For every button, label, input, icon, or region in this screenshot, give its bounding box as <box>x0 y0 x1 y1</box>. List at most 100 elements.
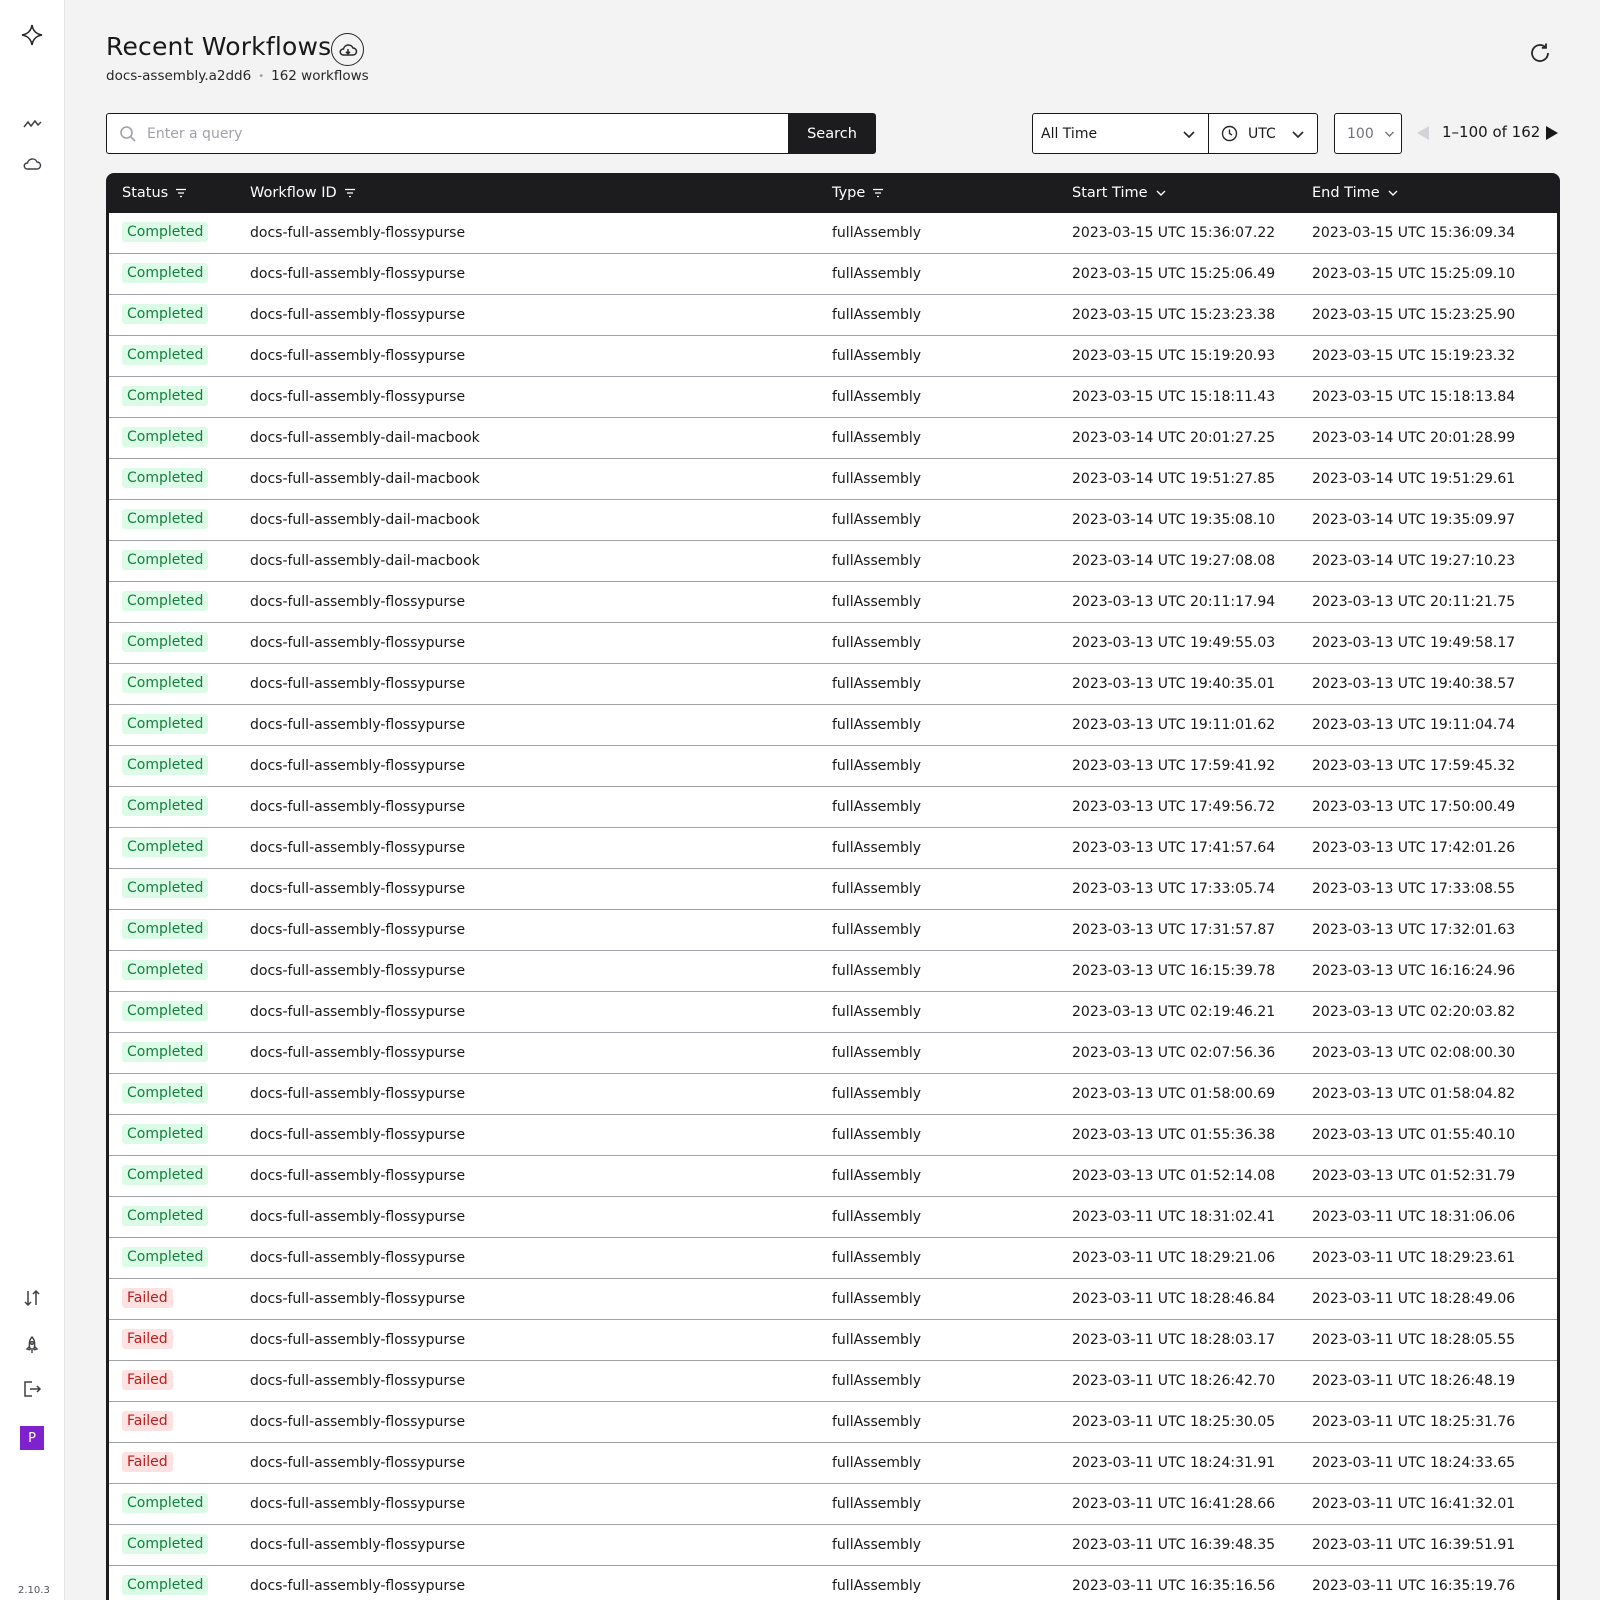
workflow-id-link[interactable]: docs-full-assembly-flossypurse <box>250 799 465 815</box>
table-row[interactable]: Completed docs-full-assembly-flossypurse f… <box>109 664 1557 705</box>
table-row[interactable]: Completed docs-full-assembly-flossypurse f… <box>109 213 1557 254</box>
workflow-id-link[interactable]: docs-full-assembly-flossypurse <box>250 635 465 651</box>
table-row[interactable]: Completed docs-full-assembly-flossypurse f… <box>109 582 1557 623</box>
search-button[interactable]: Search <box>788 113 876 154</box>
start-time: 2023-03-13 UTC 16:15:39.78 <box>1072 963 1276 979</box>
workflow-id-link[interactable]: docs-full-assembly-flossypurse <box>250 1578 465 1594</box>
workflow-id-link[interactable]: docs-full-assembly-flossypurse <box>250 348 465 364</box>
table-row[interactable]: Completed docs-full-assembly-flossypurse f… <box>109 1156 1557 1197</box>
workflow-id-link[interactable]: docs-full-assembly-flossypurse <box>250 1086 465 1102</box>
refresh-button[interactable] <box>1524 37 1556 69</box>
end-time: 2023-03-14 UTC 19:27:10.23 <box>1312 553 1516 569</box>
workflow-id-link[interactable]: docs-full-assembly-flossypurse <box>250 594 465 610</box>
workflow-id-link[interactable]: docs-full-assembly-flossypurse <box>250 1004 465 1020</box>
table-row[interactable]: Completed docs-full-assembly-flossypurse f… <box>109 828 1557 869</box>
table-row[interactable]: Completed docs-full-assembly-dail-macbook… <box>109 459 1557 500</box>
time-range-select[interactable]: All Time <box>1032 113 1209 154</box>
workflow-id-link[interactable]: docs-full-assembly-flossypurse <box>250 389 465 405</box>
table-row[interactable]: Completed docs-full-assembly-flossypurse f… <box>109 1074 1557 1115</box>
workflow-id-link[interactable]: docs-full-assembly-dail-macbook <box>250 430 480 446</box>
sort-icon[interactable] <box>17 1283 47 1313</box>
workflow-id-link[interactable]: docs-full-assembly-flossypurse <box>250 758 465 774</box>
table-row[interactable]: Completed docs-full-assembly-flossypurse f… <box>109 992 1557 1033</box>
workflow-id-link[interactable]: docs-full-assembly-flossypurse <box>250 1250 465 1266</box>
page-size-select[interactable]: 100 <box>1334 113 1402 154</box>
workflow-id-link[interactable]: docs-full-assembly-flossypurse <box>250 1373 465 1389</box>
table-row[interactable]: Completed docs-full-assembly-dail-macbook… <box>109 541 1557 582</box>
workflow-id-link[interactable]: docs-full-assembly-flossypurse <box>250 717 465 733</box>
table-row[interactable]: Completed docs-full-assembly-flossypurse f… <box>109 1525 1557 1566</box>
table-row[interactable]: Completed docs-full-assembly-flossypurse f… <box>109 1115 1557 1156</box>
workflow-id-link[interactable]: docs-full-assembly-flossypurse <box>250 1045 465 1061</box>
end-time: 2023-03-15 UTC 15:36:09.34 <box>1312 225 1516 241</box>
workflow-id-link[interactable]: docs-full-assembly-flossypurse <box>250 922 465 938</box>
start-time: 2023-03-11 UTC 18:24:31.91 <box>1072 1455 1276 1471</box>
table-row[interactable]: Completed docs-full-assembly-flossypurse f… <box>109 336 1557 377</box>
timezone-select[interactable]: UTC <box>1208 113 1318 154</box>
table-row[interactable]: Completed docs-full-assembly-flossypurse f… <box>109 1484 1557 1525</box>
workflow-type: fullAssembly <box>832 1209 922 1225</box>
previous-page-button[interactable] <box>1416 125 1430 141</box>
search-input[interactable] <box>147 125 767 142</box>
table-row[interactable]: Completed docs-full-assembly-flossypurse f… <box>109 254 1557 295</box>
workflow-id-link[interactable]: docs-full-assembly-flossypurse <box>250 1414 465 1430</box>
table-row[interactable]: Completed docs-full-assembly-flossypurse f… <box>109 1566 1557 1600</box>
start-time: 2023-03-13 UTC 19:49:55.03 <box>1072 635 1276 651</box>
workflow-id-link[interactable]: docs-full-assembly-flossypurse <box>250 1127 465 1143</box>
table-row[interactable]: Completed docs-full-assembly-flossypurse f… <box>109 623 1557 664</box>
end-time: 2023-03-13 UTC 02:08:00.30 <box>1312 1045 1516 1061</box>
logo-icon[interactable] <box>17 20 47 50</box>
table-row[interactable]: Failed docs-full-assembly-flossypurse full… <box>109 1320 1557 1361</box>
workflow-id-link[interactable]: docs-full-assembly-flossypurse <box>250 1455 465 1471</box>
start-time: 2023-03-11 UTC 18:31:02.41 <box>1072 1209 1276 1225</box>
workflow-id-link[interactable]: docs-full-assembly-flossypurse <box>250 1496 465 1512</box>
table-row[interactable]: Completed docs-full-assembly-flossypurse f… <box>109 787 1557 828</box>
table-row[interactable]: Failed docs-full-assembly-flossypurse full… <box>109 1443 1557 1484</box>
workflow-id-link[interactable]: docs-full-assembly-dail-macbook <box>250 512 480 528</box>
workflow-id-link[interactable]: docs-full-assembly-flossypurse <box>250 840 465 856</box>
workflow-id-link[interactable]: docs-full-assembly-flossypurse <box>250 676 465 692</box>
cloud-download-button[interactable] <box>331 33 364 66</box>
activity-icon[interactable] <box>17 109 47 139</box>
workflow-type: fullAssembly <box>832 840 922 856</box>
status-badge: Completed <box>122 591 209 611</box>
table-row[interactable]: Failed docs-full-assembly-flossypurse full… <box>109 1279 1557 1320</box>
table-row[interactable]: Completed docs-full-assembly-flossypurse f… <box>109 1197 1557 1238</box>
column-header-workflow-id[interactable]: Workflow ID <box>250 185 356 201</box>
table-row[interactable]: Completed docs-full-assembly-flossypurse f… <box>109 295 1557 336</box>
next-page-button[interactable] <box>1545 125 1559 141</box>
table-row[interactable]: Completed docs-full-assembly-flossypurse f… <box>109 951 1557 992</box>
workflow-id-link[interactable]: docs-full-assembly-flossypurse <box>250 1168 465 1184</box>
table-row[interactable]: Completed docs-full-assembly-flossypurse f… <box>109 1238 1557 1279</box>
start-time: 2023-03-15 UTC 15:36:07.22 <box>1072 225 1276 241</box>
workflow-id-link[interactable]: docs-full-assembly-flossypurse <box>250 225 465 241</box>
avatar[interactable]: P <box>20 1426 44 1450</box>
column-header-type[interactable]: Type <box>832 185 884 201</box>
workflow-id-link[interactable]: docs-full-assembly-flossypurse <box>250 266 465 282</box>
workflow-id-link[interactable]: docs-full-assembly-flossypurse <box>250 307 465 323</box>
workflow-id-link[interactable]: docs-full-assembly-flossypurse <box>250 1291 465 1307</box>
table-row[interactable]: Completed docs-full-assembly-flossypurse f… <box>109 1033 1557 1074</box>
table-row[interactable]: Completed docs-full-assembly-dail-macbook… <box>109 500 1557 541</box>
table-row[interactable]: Completed docs-full-assembly-flossypurse f… <box>109 377 1557 418</box>
table-row[interactable]: Completed docs-full-assembly-flossypurse f… <box>109 705 1557 746</box>
table-row[interactable]: Failed docs-full-assembly-flossypurse full… <box>109 1361 1557 1402</box>
rocket-icon[interactable] <box>17 1330 47 1360</box>
table-row[interactable]: Completed docs-full-assembly-flossypurse f… <box>109 869 1557 910</box>
workflow-id-link[interactable]: docs-full-assembly-flossypurse <box>250 881 465 897</box>
table-row[interactable]: Failed docs-full-assembly-flossypurse full… <box>109 1402 1557 1443</box>
logout-icon[interactable] <box>17 1374 47 1404</box>
workflow-id-link[interactable]: docs-full-assembly-dail-macbook <box>250 553 480 569</box>
table-row[interactable]: Completed docs-full-assembly-flossypurse f… <box>109 910 1557 951</box>
table-row[interactable]: Completed docs-full-assembly-flossypurse f… <box>109 746 1557 787</box>
cloud-icon[interactable] <box>17 149 47 179</box>
column-header-end-time[interactable]: End Time <box>1312 185 1399 201</box>
column-header-start-time[interactable]: Start Time <box>1072 185 1167 201</box>
workflow-id-link[interactable]: docs-full-assembly-dail-macbook <box>250 471 480 487</box>
workflow-id-link[interactable]: docs-full-assembly-flossypurse <box>250 1209 465 1225</box>
workflow-id-link[interactable]: docs-full-assembly-flossypurse <box>250 963 465 979</box>
workflow-id-link[interactable]: docs-full-assembly-flossypurse <box>250 1332 465 1348</box>
table-row[interactable]: Completed docs-full-assembly-dail-macbook… <box>109 418 1557 459</box>
workflow-id-link[interactable]: docs-full-assembly-flossypurse <box>250 1537 465 1553</box>
column-header-status[interactable]: Status <box>122 185 187 201</box>
